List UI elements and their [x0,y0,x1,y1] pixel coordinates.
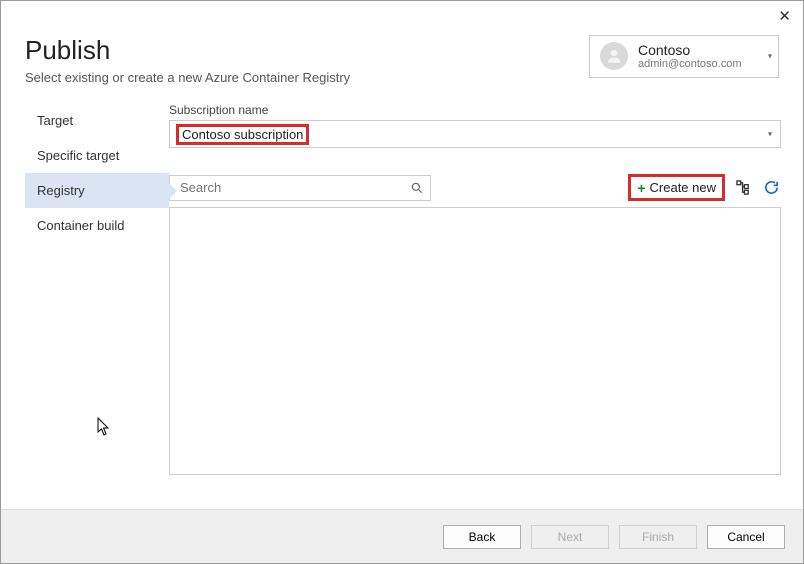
sidebar-item-label: Target [37,113,73,128]
finish-button: Finish [619,525,697,549]
sidebar-item-specific-target[interactable]: Specific target [25,138,169,173]
sidebar-item-registry[interactable]: Registry [25,173,169,208]
next-button: Next [531,525,609,549]
avatar-icon [600,42,628,70]
sidebar-item-label: Registry [37,183,85,198]
back-button[interactable]: Back [443,525,521,549]
search-input[interactable] [169,175,431,201]
search-field[interactable] [178,179,410,196]
account-picker[interactable]: Contoso admin@contoso.com ▾ [589,35,779,78]
search-icon [410,181,424,195]
page-title: Publish [25,35,350,66]
subscription-label: Subscription name [169,103,781,117]
tree-view-icon[interactable] [733,178,753,198]
wizard-footer: Back Next Finish Cancel [1,509,803,563]
create-new-label: Create new [650,180,716,195]
wizard-sidebar: Target Specific target Registry Containe… [1,103,169,475]
subscription-value: Contoso subscription [178,126,307,143]
close-icon[interactable]: ✕ [778,7,791,25]
sidebar-item-label: Specific target [37,148,119,163]
chevron-down-icon: ▾ [768,130,772,139]
cancel-button[interactable]: Cancel [707,525,785,549]
chevron-down-icon: ▾ [768,52,772,61]
subscription-select[interactable]: Contoso subscription ▾ [169,120,781,148]
page-subtitle: Select existing or create a new Azure Co… [25,70,350,85]
registry-list[interactable] [169,207,781,475]
refresh-icon[interactable] [761,178,781,198]
sidebar-item-target[interactable]: Target [25,103,169,138]
plus-icon: + [637,181,645,195]
sidebar-item-label: Container build [37,218,124,233]
create-new-button[interactable]: + Create new [628,174,725,201]
account-email: admin@contoso.com [638,58,742,71]
sidebar-item-container-build[interactable]: Container build [25,208,169,243]
account-name: Contoso [638,42,742,58]
